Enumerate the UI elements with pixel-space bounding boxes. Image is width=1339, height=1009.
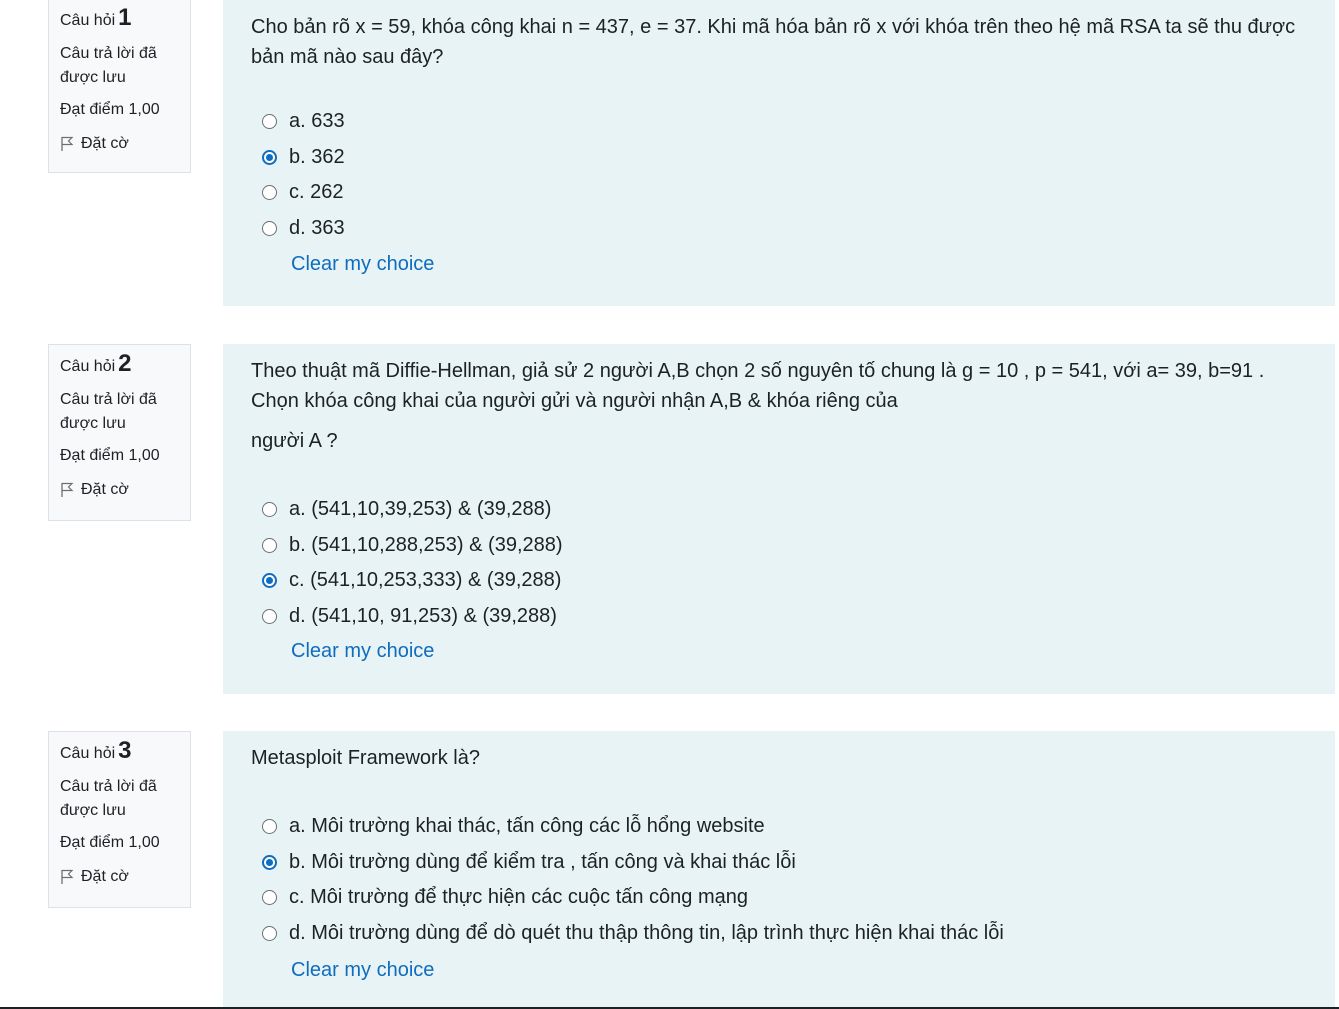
answer-option[interactable]: c. 262 bbox=[262, 175, 345, 211]
radio-button[interactable] bbox=[262, 502, 277, 518]
answer-option[interactable]: b. Môi trường dùng để kiểm tra , tấn côn… bbox=[262, 845, 1004, 881]
question-label: Câu hỏi bbox=[60, 358, 116, 375]
answer-option[interactable]: d. 363 bbox=[262, 211, 345, 247]
radio-button[interactable] bbox=[262, 890, 277, 906]
question-grade: Đạt điểm 1,00 bbox=[60, 101, 160, 118]
question-label: Câu hỏi bbox=[60, 12, 116, 29]
answer-option[interactable]: b. (541,10,288,253) & (39,288) bbox=[262, 528, 563, 564]
radio-button[interactable] bbox=[262, 114, 277, 130]
answer-option[interactable]: b. 362 bbox=[262, 140, 345, 176]
option-label: b. (541,10,288,253) & (39,288) bbox=[289, 533, 563, 556]
option-label: c. 262 bbox=[289, 181, 344, 204]
answer-options: a. Môi trường khai thác, tấn công các lỗ… bbox=[262, 809, 1004, 951]
option-label: d. (541,10, 91,253) & (39,288) bbox=[289, 605, 557, 628]
question-info: Câu hỏi 1 Câu trả lời đã được lưu Đạt điể… bbox=[48, 0, 191, 173]
question-1: Câu hỏi 1 Câu trả lời đã được lưu Đạt điể… bbox=[0, 0, 1339, 306]
answer-option[interactable]: a. 633 bbox=[262, 104, 345, 140]
question-text-line: Cho bản rõ x = 59, khóa công khai n = 43… bbox=[251, 16, 1296, 68]
option-label: a. (541,10,39,253) & (39,288) bbox=[289, 498, 552, 521]
question-grade: Đạt điểm 1,00 bbox=[60, 834, 160, 851]
flag-label: Đặt cờ bbox=[81, 135, 129, 152]
question-label: Câu hỏi bbox=[60, 745, 116, 762]
question-grade: Đạt điểm 1,00 bbox=[60, 447, 160, 464]
flag-icon bbox=[61, 869, 74, 884]
question-text-line: Theo thuật mã Diffie-Hellman, giả sử 2 n… bbox=[251, 360, 1265, 412]
question-info: Câu hỏi 3 Câu trả lời đã được lưu Đạt điể… bbox=[48, 731, 191, 908]
radio-button[interactable] bbox=[262, 926, 277, 942]
answer-state: Câu trả lời đã được lưu bbox=[60, 778, 157, 819]
clear-choice-link[interactable]: Clear my choice bbox=[291, 959, 434, 982]
answer-options: a. 633 b. 362 c. 262 d. 363 bbox=[262, 104, 345, 246]
option-label: d. Môi trường dùng để dò quét thu thập t… bbox=[289, 922, 1004, 945]
answer-state: Câu trả lời đã được lưu bbox=[60, 45, 157, 86]
quiz-page: Câu hỏi 1 Câu trả lời đã được lưu Đạt điể… bbox=[0, 0, 1339, 1009]
question-content: Cho bản rõ x = 59, khóa công khai n = 43… bbox=[223, 0, 1335, 306]
radio-button[interactable] bbox=[262, 819, 277, 835]
answer-option[interactable]: a. Môi trường khai thác, tấn công các lỗ… bbox=[262, 809, 1004, 845]
radio-button[interactable] bbox=[262, 854, 277, 870]
flag-icon bbox=[61, 136, 74, 151]
answer-option[interactable]: d. Môi trường dùng để dò quét thu thập t… bbox=[262, 916, 1004, 952]
answer-state: Câu trả lời đã được lưu bbox=[60, 391, 157, 432]
option-label: c. (541,10,253,333) & (39,288) bbox=[289, 569, 562, 592]
question-number: Câu hỏi 2 bbox=[60, 350, 190, 378]
flag-icon bbox=[61, 482, 74, 497]
question-text-line: Metasploit Framework là? bbox=[251, 747, 480, 769]
radio-button[interactable] bbox=[262, 573, 277, 589]
question-text: Metasploit Framework là? bbox=[251, 743, 1301, 773]
radio-button[interactable] bbox=[262, 609, 277, 625]
question-text: Theo thuật mã Diffie-Hellman, giả sử 2 n… bbox=[251, 356, 1301, 456]
radio-button[interactable] bbox=[262, 185, 277, 201]
clear-choice-link[interactable]: Clear my choice bbox=[291, 640, 434, 663]
option-label: a. 633 bbox=[289, 110, 345, 133]
answer-option[interactable]: d. (541,10, 91,253) & (39,288) bbox=[262, 599, 563, 635]
question-info: Câu hỏi 2 Câu trả lời đã được lưu Đạt điể… bbox=[48, 344, 191, 521]
radio-button[interactable] bbox=[262, 221, 277, 237]
answer-option[interactable]: c. Môi trường để thực hiện các cuộc tấn … bbox=[262, 880, 1004, 916]
answer-option[interactable]: c. (541,10,253,333) & (39,288) bbox=[262, 563, 563, 599]
radio-button[interactable] bbox=[262, 537, 277, 553]
question-text-line: người A ? bbox=[251, 430, 338, 452]
flag-question-button[interactable]: Đặt cờ bbox=[60, 866, 190, 888]
question-number-value: 3 bbox=[118, 737, 132, 764]
clear-choice-link[interactable]: Clear my choice bbox=[291, 253, 434, 276]
question-number: Câu hỏi 3 bbox=[60, 737, 190, 765]
flag-question-button[interactable]: Đặt cờ bbox=[60, 133, 190, 155]
question-2: Câu hỏi 2 Câu trả lời đã được lưu Đạt điể… bbox=[0, 344, 1339, 694]
flag-question-button[interactable]: Đặt cờ bbox=[60, 479, 190, 501]
question-number-value: 2 bbox=[118, 350, 132, 377]
flag-label: Đặt cờ bbox=[81, 481, 129, 498]
question-content: Theo thuật mã Diffie-Hellman, giả sử 2 n… bbox=[223, 344, 1335, 694]
flag-label: Đặt cờ bbox=[81, 868, 129, 885]
question-text: Cho bản rõ x = 59, khóa công khai n = 43… bbox=[251, 12, 1301, 72]
question-content: Metasploit Framework là? a. Môi trường k… bbox=[223, 731, 1335, 1009]
question-3: Câu hỏi 3 Câu trả lời đã được lưu Đạt điể… bbox=[0, 731, 1339, 1009]
answer-option[interactable]: a. (541,10,39,253) & (39,288) bbox=[262, 492, 563, 528]
option-label: a. Môi trường khai thác, tấn công các lỗ… bbox=[289, 815, 765, 838]
option-label: c. Môi trường để thực hiện các cuộc tấn … bbox=[289, 886, 749, 909]
radio-button[interactable] bbox=[262, 149, 277, 165]
question-number: Câu hỏi 1 bbox=[60, 4, 190, 32]
option-label: b. 362 bbox=[289, 145, 345, 168]
answer-options: a. (541,10,39,253) & (39,288) b. (541,10… bbox=[262, 492, 563, 634]
option-label: d. 363 bbox=[289, 217, 345, 240]
option-label: b. Môi trường dùng để kiểm tra , tấn côn… bbox=[289, 850, 796, 873]
question-number-value: 1 bbox=[118, 4, 132, 31]
